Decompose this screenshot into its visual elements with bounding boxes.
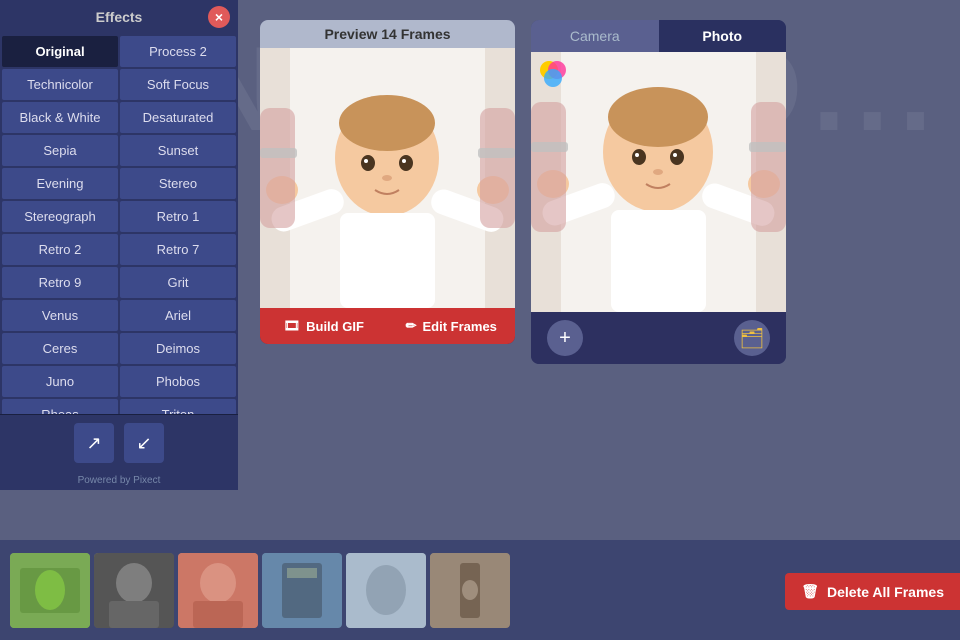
effect-btn-triton[interactable]: Triton (120, 399, 236, 414)
thumbnail-5[interactable] (346, 553, 426, 628)
effects-title: Effects (30, 9, 208, 25)
effect-btn-ceres[interactable]: Ceres (2, 333, 118, 364)
preview-actions: 🎞 Build GIF ✏ Edit Frames (260, 308, 515, 344)
preview-header: Preview 14 Frames (260, 20, 515, 48)
effect-btn-retro9[interactable]: Retro 9 (2, 267, 118, 298)
effect-btn-ariel[interactable]: Ariel (120, 300, 236, 331)
main-content: Preview 14 Frames (240, 0, 960, 540)
effect-btn-original[interactable]: Original (2, 36, 118, 67)
effect-btn-stereograph[interactable]: Stereograph (2, 201, 118, 232)
effect-btn-venus[interactable]: Venus (2, 300, 118, 331)
effects-header: Effects × (0, 0, 238, 34)
effect-btn-rheas[interactable]: Rheas (2, 399, 118, 414)
effect-btn-evening[interactable]: Evening (2, 168, 118, 199)
edit-icon: ✏ (406, 318, 417, 334)
effect-btn-juno[interactable]: Juno (2, 366, 118, 397)
photo-actions: + 🗂 (531, 312, 786, 364)
effect-btn-soft-focus[interactable]: Soft Focus (120, 69, 236, 100)
effects-panel: Effects × OriginalProcess 2TechnicolorSo… (0, 0, 238, 490)
effect-btn-deimos[interactable]: Deimos (120, 333, 236, 364)
tab-photo[interactable]: Photo (659, 20, 787, 52)
thumbnail-1[interactable] (10, 553, 90, 628)
effect-btn-technicolor[interactable]: Technicolor (2, 69, 118, 100)
add-photo-button[interactable]: + (547, 320, 583, 356)
thumbnail-4[interactable] (262, 553, 342, 628)
effect-btn-retro1[interactable]: Retro 1 (120, 201, 236, 232)
photo-panel: Camera Photo (531, 20, 786, 364)
effect-btn-desaturated[interactable]: Desaturated (120, 102, 236, 133)
effect-btn-process2[interactable]: Process 2 (120, 36, 236, 67)
effect-btn-sepia[interactable]: Sepia (2, 135, 118, 166)
thumbnail-6[interactable] (430, 553, 510, 628)
preview-panel: Preview 14 Frames (260, 20, 515, 344)
thumbnail-3[interactable] (178, 553, 258, 628)
preview-image (260, 48, 515, 308)
thumbnail-2[interactable] (94, 553, 174, 628)
close-button[interactable]: × (208, 6, 230, 28)
film-icon: 🎞 (284, 318, 301, 334)
download-button[interactable]: ↙ (124, 423, 164, 463)
effect-btn-black-white[interactable]: Black & White (2, 102, 118, 133)
plus-icon: + (559, 327, 571, 350)
delete-all-frames-button[interactable]: 🗑 Delete All Frames (785, 573, 960, 610)
tab-camera[interactable]: Camera (531, 20, 659, 52)
effect-btn-retro7[interactable]: Retro 7 (120, 234, 236, 265)
open-folder-button[interactable]: 🗂 (734, 320, 770, 356)
effect-btn-retro2[interactable]: Retro 2 (2, 234, 118, 265)
effects-grid: OriginalProcess 2TechnicolorSoft FocusBl… (0, 34, 238, 414)
share-button[interactable]: ↗ (74, 423, 114, 463)
photo-tabs: Camera Photo (531, 20, 786, 52)
effects-footer: ↗ ↙ (0, 414, 238, 471)
trash-icon: 🗑 (801, 583, 819, 600)
build-gif-button[interactable]: 🎞 Build GIF (260, 308, 388, 344)
effect-btn-sunset[interactable]: Sunset (120, 135, 236, 166)
effect-btn-stereo[interactable]: Stereo (120, 168, 236, 199)
effect-btn-grit[interactable]: Grit (120, 267, 236, 298)
photo-image (531, 52, 786, 312)
powered-by: Powered by Pixect (0, 471, 238, 490)
folder-icon: 🗂 (739, 326, 764, 351)
effect-btn-phobos[interactable]: Phobos (120, 366, 236, 397)
edit-frames-button[interactable]: ✏ Edit Frames (388, 308, 516, 344)
